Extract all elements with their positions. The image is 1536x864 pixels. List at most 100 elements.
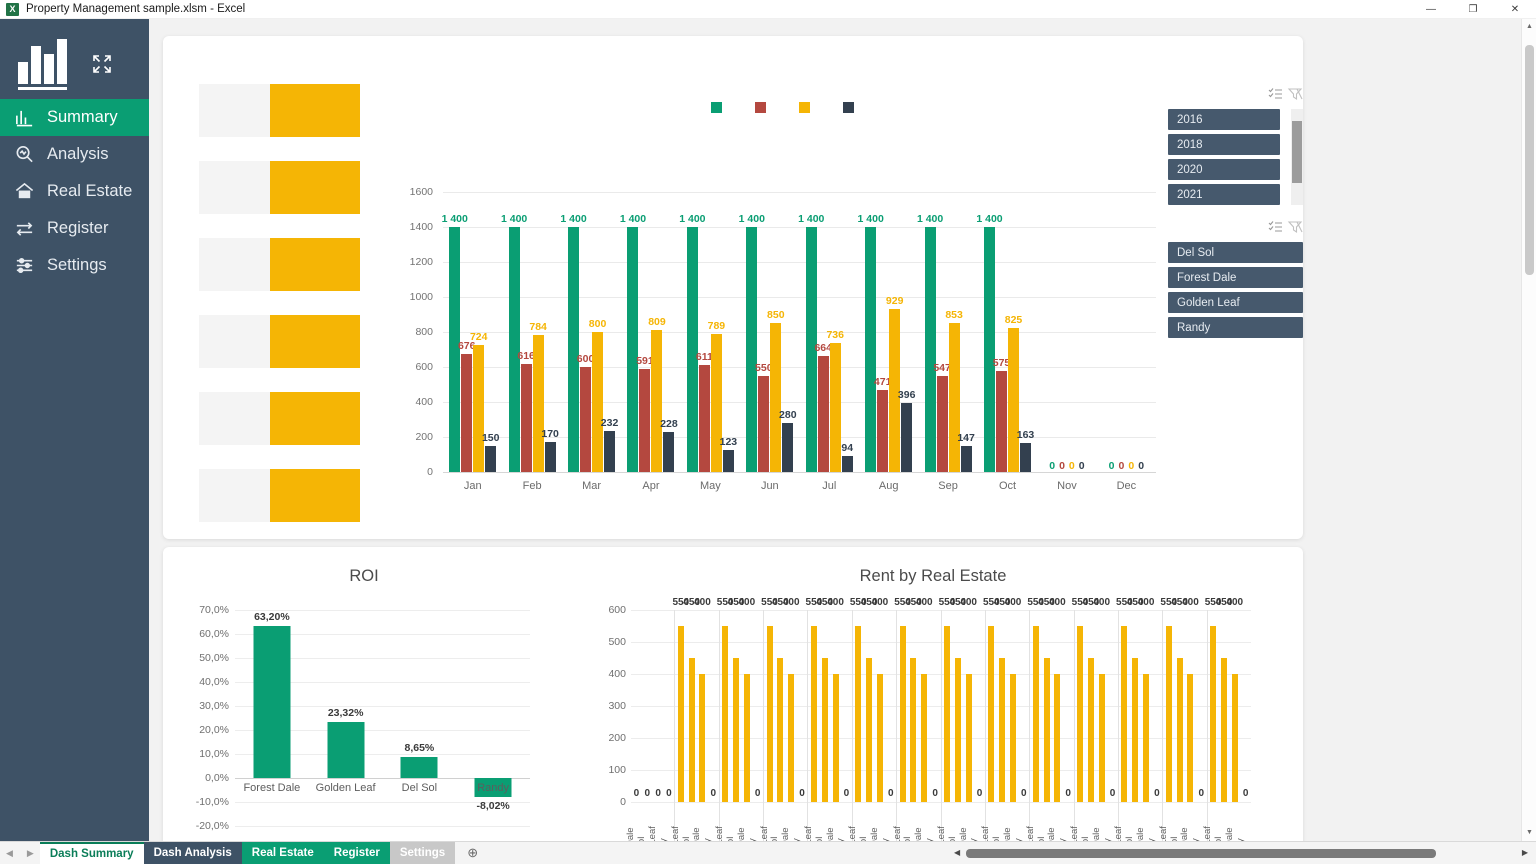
sliders-icon [13,255,36,277]
rent-bar-column: 550 [942,610,953,802]
sheet-tab[interactable]: Dash Summary [40,842,144,864]
roi-bar-group: -8,02%Randy [456,610,530,826]
charts-panel: ROI 70,0%60,0%50,0%40,0%30,0%20,0%10,0%0… [163,547,1303,864]
rent-bar-column: 550 [720,610,731,802]
rent-month-group: 5504504000 [1207,610,1251,802]
sheet-tab[interactable]: Settings [390,842,455,864]
horizontal-scroll-thumb[interactable] [966,849,1436,858]
window-controls: — ❐ ✕ [1410,0,1536,19]
rent-bar-column: 0 [841,610,852,802]
sidebar-item-label: Summary [47,108,118,127]
rent-bar: 550 [1121,626,1127,802]
rent-bar-column: 400 [741,610,752,802]
sidebar-item-register[interactable]: Register [0,210,149,247]
monthly-pl-chart: 02004006008001000120014001600 1 40067672… [403,84,1168,534]
multi-select-icon[interactable] [1268,87,1284,101]
maximize-icon[interactable]: ❐ [1452,0,1494,19]
sheet-tab[interactable]: Real Estate [242,842,324,864]
bar: 1 400 [568,227,579,472]
roi-bar [253,626,290,778]
rent-data-label: 400 [827,597,844,608]
sidebar-item-label: Settings [47,256,107,275]
minimize-icon[interactable]: — [1410,0,1452,19]
rent-bar: 450 [1177,658,1183,802]
bar-data-label: 147 [957,432,975,444]
sheet-next-icon[interactable]: ▶ [27,848,34,859]
rent-by-real-estate-chart: Rent by Real Estate 01002003004005006000… [583,567,1283,859]
rent-data-label: 0 [1198,788,1204,799]
multi-select-icon[interactable] [1268,220,1284,234]
roi-category-label: Golden Leaf [316,782,376,794]
rent-y-tick: 0 [620,796,626,808]
y-axis-tick: 800 [415,326,433,338]
sidebar-item-settings[interactable]: Settings [0,247,149,284]
kpi-value [270,238,360,291]
roi-bar [401,757,438,778]
sidebar-item-summary[interactable]: Summary [0,99,149,136]
roi-category-label: Del Sol [402,782,437,794]
rent-data-label: 0 [655,788,661,799]
slicer-item[interactable]: 2016 [1168,109,1280,130]
sheet-tab[interactable]: Register [324,842,390,864]
sidebar-item-label: Real Estate [47,182,132,201]
bar: 784 [533,335,544,472]
hscroll-left-icon[interactable]: ◀ [954,848,960,857]
y-axis-tick: 1600 [410,186,433,198]
bar: 280 [782,423,793,472]
slicer-item[interactable]: 2021 [1168,184,1280,205]
bar-data-label: 170 [541,428,559,440]
scroll-down-icon[interactable]: ▼ [1522,825,1536,841]
sheet-tab[interactable]: Dash Analysis [144,842,242,864]
slicer-scrollbar[interactable] [1291,109,1303,205]
bar: 664 [818,356,829,472]
vertical-scrollbar[interactable]: ▲ ▼ [1521,19,1536,841]
rent-bar-column: 0 [1107,610,1118,802]
rent-month-group: 5504504000 [807,610,851,802]
y-axis-tick: 1400 [410,221,433,233]
rent-data-label: 0 [1154,788,1160,799]
rent-bar: 400 [699,674,705,802]
summary-panel: 02004006008001000120014001600 1 40067672… [163,36,1303,539]
hscroll-right-icon[interactable]: ▶ [1522,848,1528,857]
rent-bar: 550 [811,626,817,802]
rent-bar: 450 [1088,658,1094,802]
rent-bar-column: 400 [1185,610,1196,802]
rent-bar-column: 0 [1240,610,1251,802]
rent-data-label: 400 [1226,597,1243,608]
sidebar-item-analysis[interactable]: Analysis [0,136,149,173]
sidebar-item-real-estate[interactable]: Real Estate [0,173,149,210]
bar: 809 [651,330,662,472]
slicer-header [1168,217,1303,237]
slicer-item[interactable]: Randy [1168,317,1303,338]
rent-month-group: 5504504000 [1118,610,1162,802]
slicer-scroll-thumb[interactable] [1292,121,1302,183]
vertical-scroll-thumb[interactable] [1525,45,1534,275]
slicer-item[interactable]: Del Sol [1168,242,1303,263]
slicer-item[interactable]: 2020 [1168,159,1280,180]
bar-data-label: 280 [779,409,797,421]
add-sheet-button[interactable]: ⊕ [455,842,490,864]
rent-data-label: 400 [1005,597,1022,608]
search-analysis-icon [13,144,36,166]
rent-bar: 400 [1232,674,1238,802]
expand-icon[interactable] [91,53,113,75]
bar-data-label: 0 [1079,460,1085,472]
kpi-label [199,392,270,445]
scroll-up-icon[interactable]: ▲ [1522,19,1536,35]
rent-bar: 550 [944,626,950,802]
rent-data-label: 400 [916,597,933,608]
rent-bar: 450 [689,658,695,802]
bar: 616 [521,364,532,472]
close-icon[interactable]: ✕ [1494,0,1536,19]
bar-data-label: 0 [1049,460,1055,472]
slicer-item[interactable]: Golden Leaf [1168,292,1303,313]
sheet-prev-icon[interactable]: ◀ [6,848,13,859]
bar: 575 [996,371,1007,472]
horizontal-scrollbar[interactable]: ◀ ▶ [936,842,1536,864]
slicer-item[interactable]: 2018 [1168,134,1280,155]
roi-y-tick: 20,0% [199,724,229,736]
clear-filter-icon[interactable] [1287,220,1303,234]
slicer-item[interactable]: Forest Dale [1168,267,1303,288]
clear-filter-icon[interactable] [1287,87,1303,101]
sheet-nav-arrows[interactable]: ◀ ▶ [0,842,40,864]
